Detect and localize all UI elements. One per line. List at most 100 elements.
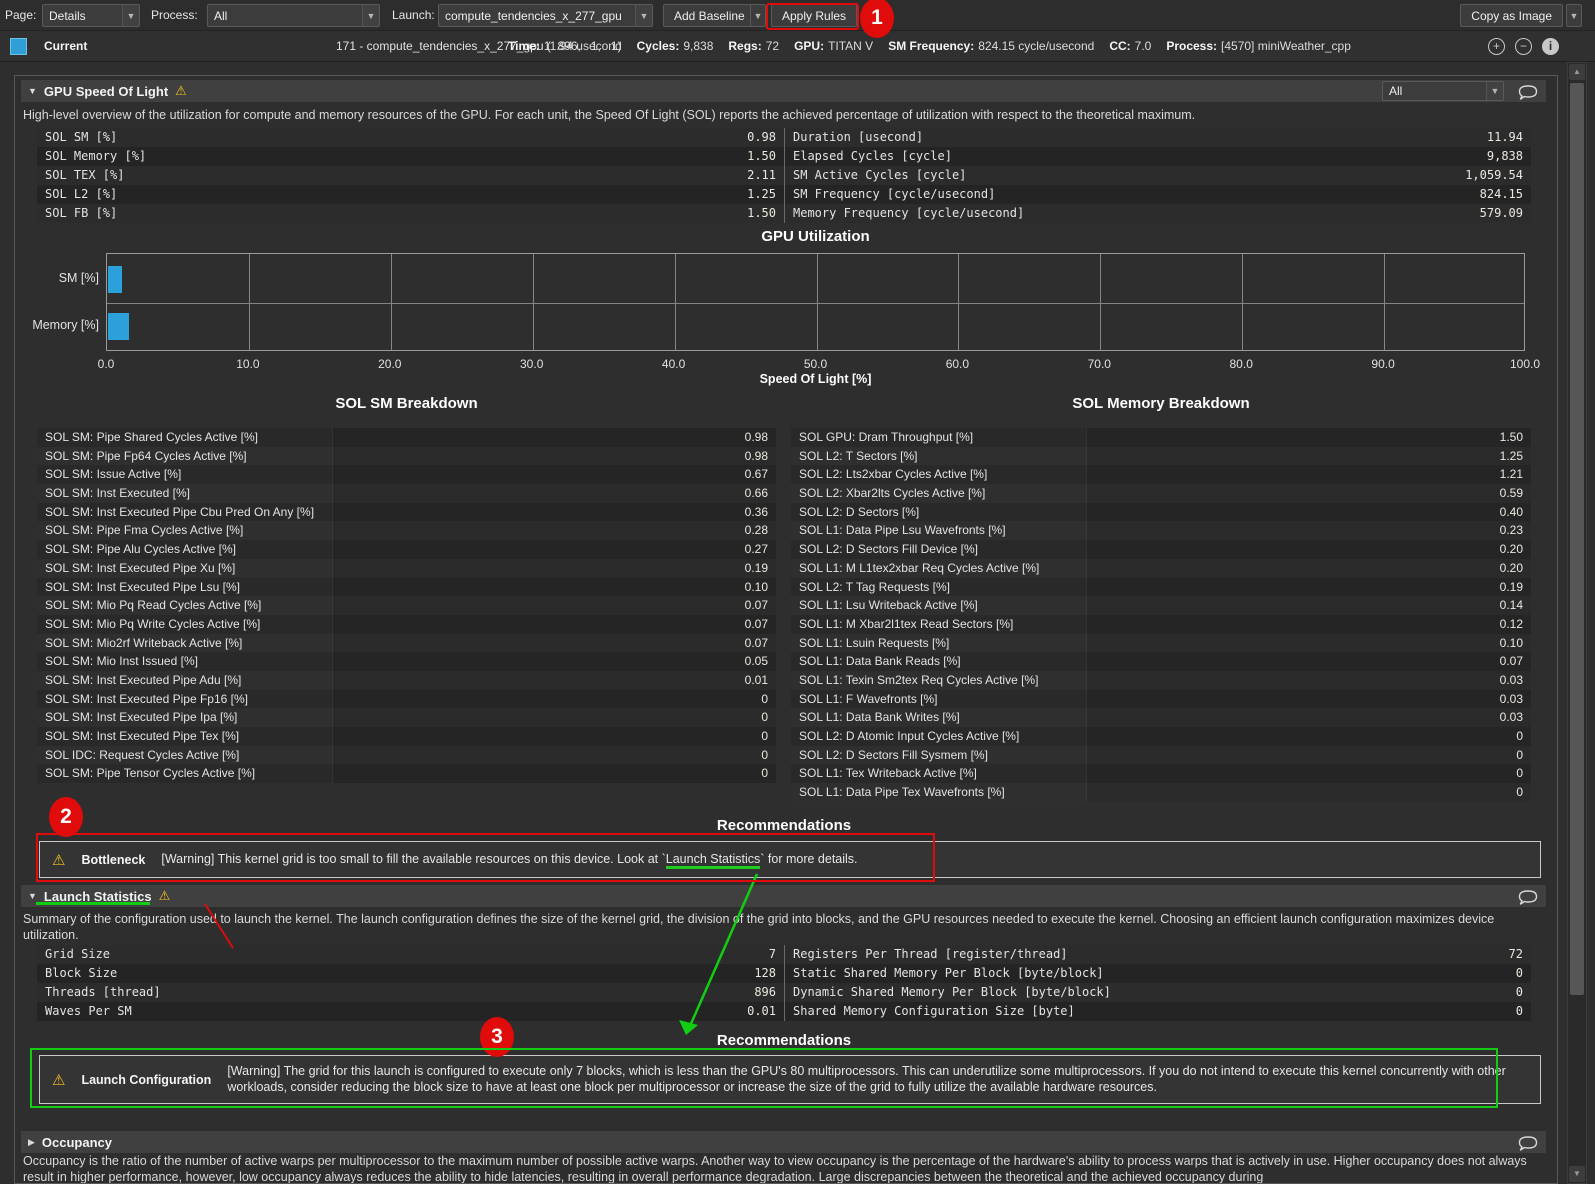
table-row: SOL SM: Pipe Fp64 Cycles Active [%]0.98: [37, 447, 776, 466]
table-row: SM Frequency [cycle/usecond]824.15: [785, 185, 1531, 204]
scroll-up-icon[interactable]: ▲: [1569, 64, 1585, 80]
chevron-down-icon: ▼: [122, 5, 139, 26]
zoom-in-icon[interactable]: +: [1488, 38, 1505, 55]
bottleneck-recommendation: ⚠ Bottleneck [Warning] This kernel grid …: [39, 841, 1541, 878]
add-baseline-menu-button[interactable]: ▼: [750, 4, 766, 27]
chart-x-tick: 70.0: [1088, 357, 1111, 371]
chart-category-sm: SM [%]: [15, 265, 99, 292]
copy-as-image-menu-button[interactable]: ▼: [1566, 4, 1582, 27]
table-row: SOL GPU: Dram Throughput [%]1.50: [791, 428, 1531, 447]
chart-gridline: [817, 254, 818, 350]
table-row: SOL L1: Data Bank Writes [%]0.03: [791, 708, 1531, 727]
table-row: Memory Frequency [cycle/usecond]579.09: [785, 204, 1531, 223]
table-row: SOL L2: T Sectors [%]1.25: [791, 447, 1531, 466]
sm-breakdown-title: SOL SM Breakdown: [37, 395, 776, 412]
table-row: SOL L2: D Sectors [%]0.40: [791, 503, 1531, 522]
table-row: SOL SM: Inst Executed Pipe Ipa [%]0: [37, 708, 776, 727]
kernel-stats: Time:11.94 usecond Cycles:9,838 Regs:72 …: [508, 39, 1351, 53]
launch-dropdown[interactable]: compute_tendencies_x_277_gpu ▼: [438, 4, 653, 27]
table-row: SOL L1: Texin Sm2tex Req Cycles Active […: [791, 671, 1531, 690]
chart-x-tick: 60.0: [946, 357, 969, 371]
table-row: Dynamic Shared Memory Per Block [byte/bl…: [785, 983, 1531, 1002]
recommendations-title: Recommendations: [37, 817, 1531, 834]
table-row: SOL SM: Pipe Alu Cycles Active [%]0.27: [37, 540, 776, 559]
chart-x-tick: 50.0: [804, 357, 827, 371]
table-row: SOL L1: M Xbar2l1tex Read Sectors [%]0.1…: [791, 615, 1531, 634]
table-row: SOL SM: Mio Pq Write Cycles Active [%]0.…: [37, 615, 776, 634]
chevron-down-icon: ▼: [635, 5, 652, 26]
sol-table-right: Duration [usecond]11.94Elapsed Cycles [c…: [784, 128, 1531, 223]
table-row: SOL SM: Pipe Tensor Cycles Active [%]0: [37, 764, 776, 783]
table-row: SOL L2: D Atomic Input Cycles Active [%]…: [791, 727, 1531, 746]
kernel-stat: Cycles:9,838: [637, 39, 714, 53]
table-row: SOL FB [%]1.50: [37, 204, 784, 223]
section-header-launch-statistics[interactable]: ▼ Launch Statistics ⚠: [21, 885, 1546, 907]
chart-x-tick: 90.0: [1371, 357, 1394, 371]
section-title: Launch Statistics: [44, 889, 152, 904]
section-header-occupancy[interactable]: ▶ Occupancy: [21, 1131, 1546, 1153]
apply-rules-button[interactable]: Apply Rules: [771, 4, 857, 27]
section-header-gpu-speed-of-light[interactable]: ▼ GPU Speed Of Light ⚠ All ▼: [21, 80, 1546, 102]
chart-x-tick: 0.0: [98, 357, 115, 371]
comment-icon[interactable]: [1517, 887, 1539, 905]
scroll-down-icon[interactable]: ▼: [1569, 1166, 1585, 1182]
page-dropdown[interactable]: Details ▼: [42, 4, 140, 27]
launch-table-left: Grid Size7Block Size128Threads [thread]8…: [37, 945, 784, 1021]
table-row: SOL SM: Inst Executed Pipe Fp16 [%]0: [37, 690, 776, 709]
chart-bar-sm: [108, 266, 122, 293]
table-row: SOL SM: Inst Executed Pipe Cbu Pred On A…: [37, 503, 776, 522]
details-report: ▼ GPU Speed Of Light ⚠ All ▼ High-level …: [14, 75, 1558, 1184]
comment-icon[interactable]: [1517, 1133, 1539, 1151]
zoom-out-icon[interactable]: −: [1515, 38, 1532, 55]
rule-name: Bottleneck: [81, 853, 145, 867]
rule-text: [Warning] This kernel grid is too small …: [161, 852, 857, 868]
vertical-scrollbar[interactable]: ▲ ▼: [1567, 62, 1587, 1184]
table-row: Shared Memory Configuration Size [byte]0: [785, 1002, 1531, 1021]
table-row: Waves Per SM0.01: [37, 1002, 784, 1021]
chart-category-memory: Memory [%]: [15, 312, 99, 339]
table-row: SOL L1: Data Bank Reads [%]0.07: [791, 652, 1531, 671]
chart-bar-memory: [108, 313, 129, 340]
chart-gridline: [249, 254, 250, 350]
comment-icon[interactable]: [1517, 82, 1539, 100]
kernel-stat: GPU:TITAN V: [794, 39, 873, 53]
table-row: SOL SM: Mio2rf Writeback Active [%]0.07: [37, 634, 776, 653]
chart-x-tick: 30.0: [520, 357, 543, 371]
chart-gridline: [958, 254, 959, 350]
sol-filter-dropdown[interactable]: All ▼: [1382, 81, 1504, 101]
launch-label: Launch:: [392, 8, 435, 22]
warning-icon: ⚠: [52, 851, 65, 869]
table-row: SOL Memory [%]1.50: [37, 147, 784, 166]
table-row: SOL L1: Tex Writeback Active [%]0: [791, 764, 1531, 783]
scrollbar-thumb[interactable]: [1570, 83, 1584, 995]
add-baseline-button[interactable]: Add Baseline: [663, 4, 756, 27]
chart-gridline: [1384, 254, 1385, 350]
process-dropdown[interactable]: All ▼: [207, 4, 380, 27]
copy-as-image-button[interactable]: Copy as Image: [1460, 4, 1563, 27]
chart-gridline: [675, 254, 676, 350]
table-row: SOL L1: Data Pipe Lsu Wavefronts [%]0.23: [791, 521, 1531, 540]
launch-statistics-table: Grid Size7Block Size128Threads [thread]8…: [37, 945, 1531, 1021]
sol-table-left: SOL SM [%]0.98SOL Memory [%]1.50SOL TEX …: [37, 128, 784, 223]
table-row: SOL SM: Mio Pq Read Cycles Active [%]0.0…: [37, 596, 776, 615]
table-row: SOL SM: Inst Executed Pipe Xu [%]0.19: [37, 559, 776, 578]
table-row: Block Size128: [37, 964, 784, 983]
table-row: SOL L1: Lsu Writeback Active [%]0.14: [791, 596, 1531, 615]
chart-title: GPU Utilization: [106, 228, 1525, 245]
memory-breakdown-table: SOL GPU: Dram Throughput [%]1.50SOL L2: …: [791, 428, 1531, 802]
table-row: SOL L1: Lsuin Requests [%]0.10: [791, 634, 1531, 653]
sm-breakdown-table: SOL SM: Pipe Shared Cycles Active [%]0.9…: [37, 428, 776, 783]
launch-configuration-recommendation: ⚠ Launch Configuration [Warning] The gri…: [39, 1055, 1541, 1104]
process-label: Process:: [151, 8, 198, 22]
chart-gridline: [107, 303, 1524, 304]
table-row: Duration [usecond]11.94: [785, 128, 1531, 147]
info-icon[interactable]: i: [1542, 38, 1559, 55]
launch-statistics-link[interactable]: Launch Statistics: [666, 852, 761, 869]
table-row: SOL L1: Data Pipe Tex Wavefronts [%]0: [791, 783, 1531, 802]
chevron-down-icon: ▼: [1486, 82, 1503, 100]
table-row: SOL L2 [%]1.25: [37, 185, 784, 204]
table-row: SOL SM: Issue Active [%]0.67: [37, 465, 776, 484]
table-row: Registers Per Thread [register/thread]72: [785, 945, 1531, 964]
recommendations-title: Recommendations: [37, 1032, 1531, 1049]
chart-x-tick: 20.0: [378, 357, 401, 371]
